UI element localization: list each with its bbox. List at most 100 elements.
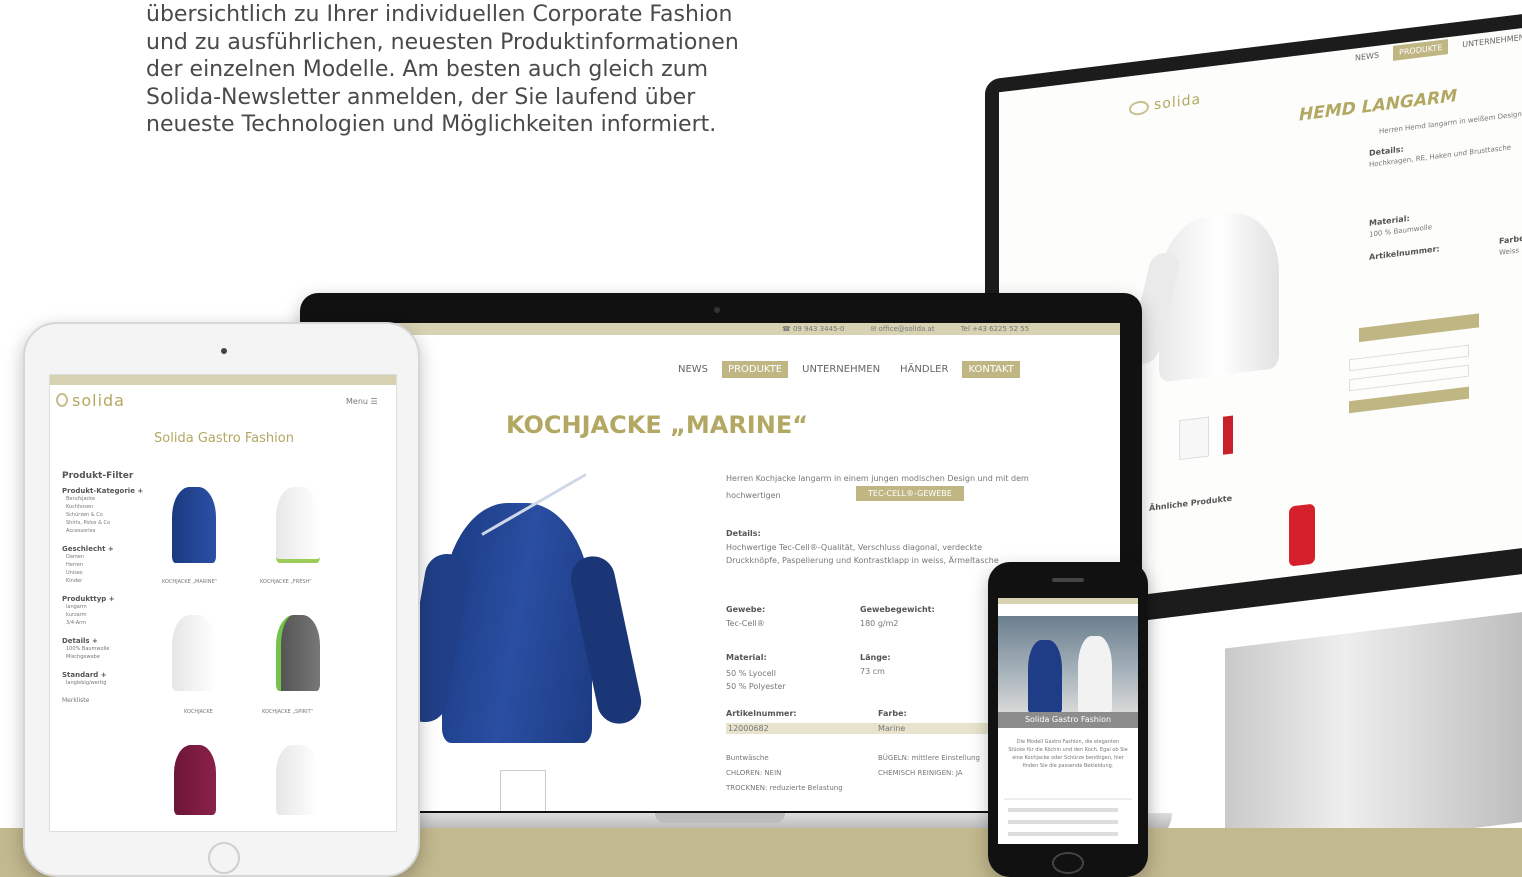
filter-title: Produkt-Filter [62, 471, 134, 481]
jacket-body [442, 503, 592, 743]
tablet-logo[interactable]: solida [72, 391, 125, 410]
care-list-left: Buntwäsche CHLOREN: NEIN TROCKNEN: reduz… [726, 751, 843, 796]
topbar-tel[interactable]: Tel +43 6225 52 55 [961, 325, 1030, 333]
nav-item-news[interactable]: NEWS [672, 361, 714, 378]
tablet-menu-button[interactable]: Menu ☰ [346, 397, 378, 406]
topbar-phone[interactable]: ☎ 09 943 3445-0 [782, 325, 844, 333]
phone-topbar [998, 598, 1138, 604]
care-item: CHLOREN: NEIN [726, 769, 782, 777]
phone-list-item[interactable] [1008, 820, 1118, 824]
filter-item[interactable]: langarm [66, 603, 152, 611]
camera-icon [714, 307, 720, 313]
tec-cell-button[interactable]: TEC-CELL®-GEWEBE [856, 486, 964, 501]
laptop-product-title: KOCHJACKE „MARINE“ [506, 411, 808, 439]
product-card-image[interactable] [276, 745, 318, 815]
filter-item[interactable]: 3/4-Arm [66, 619, 152, 627]
filter-item[interactable]: Accessories [66, 527, 152, 535]
filter-group-title[interactable]: Produkt-Kategorie + [62, 487, 152, 495]
nav-item-haendler[interactable]: HÄNDLER [894, 361, 954, 378]
phone-list-item[interactable] [1008, 832, 1118, 836]
person-figure [1028, 640, 1062, 712]
imac-thumb[interactable] [1179, 416, 1209, 461]
phone-list-item[interactable] [1008, 808, 1118, 812]
filter-item[interactable]: Schürzen & Co [66, 511, 152, 519]
product-card-label[interactable]: KOCHJACKE [184, 709, 213, 715]
filter-group-items: langarm kurzarm 3/4-Arm [62, 603, 152, 627]
filter-item[interactable]: Kochhosen [66, 503, 152, 511]
filter-group-items: langlebig/wertig [62, 679, 152, 687]
filter-item[interactable]: Herren [66, 561, 152, 569]
filter-group-title[interactable]: Geschlecht + [62, 545, 152, 553]
imac-details-label: Details: [1369, 144, 1404, 158]
product-card-image[interactable] [174, 745, 216, 815]
product-card-image[interactable] [276, 615, 320, 691]
phone-device: Solida Gastro Fashion Die Modell Gastro … [988, 562, 1148, 877]
laptop-thumb[interactable] [500, 770, 546, 811]
filter-group-title[interactable]: Produkttyp + [62, 595, 152, 603]
imac-farbe-value: Weiss [1499, 246, 1520, 257]
filter-item[interactable]: kurzarm [66, 611, 152, 619]
product-card-image[interactable] [276, 487, 320, 563]
tablet-device: solida Menu ☰ Solida Gastro Fashion Prod… [23, 322, 420, 877]
divider [1004, 798, 1132, 800]
spec-value: Tec-Cell® [726, 619, 765, 628]
filter-group-title[interactable]: Details + [62, 637, 152, 645]
filter-list: Produkt-Kategorie + Berufsjacke Kochhose… [62, 487, 152, 704]
imac-product-title: HEMD LANGARM [1299, 86, 1458, 126]
spec-label: Artikelnummer: [726, 709, 797, 718]
speaker-icon [1052, 578, 1084, 582]
filter-item[interactable]: Kinder [66, 577, 152, 585]
logo-icon [56, 393, 68, 407]
imac-logo: solida [1154, 91, 1202, 114]
imac-related-apron[interactable] [1289, 503, 1315, 567]
filter-item[interactable]: 100% Baumwolle [66, 645, 152, 653]
imac-cta-button[interactable] [1359, 313, 1479, 343]
nav-item-unternehmen[interactable]: UNTERNEHMEN [796, 361, 886, 378]
home-button[interactable] [1052, 852, 1084, 874]
topbar-mail[interactable]: ✉ office@solida.at [870, 325, 934, 333]
spec-value: 50 % Lyocell 50 % Polyester [726, 669, 786, 691]
filter-group-items: Damen Herren Unisex Kinder [62, 553, 152, 585]
care-item: CHEMISCH REINIGEN: JA [878, 769, 963, 777]
product-card-label[interactable]: KOCHJACKE „MARINE“ [162, 579, 217, 585]
imac-stand [1225, 611, 1522, 859]
care-item: Buntwäsche [726, 754, 769, 762]
imac-add-button[interactable] [1349, 386, 1469, 414]
wishlist-link[interactable]: Merkliste [62, 697, 152, 704]
logo-icon [1129, 99, 1149, 117]
laptop-topbar-links: ☎ 09 943 3445-0 ✉ office@solida.at Tel +… [782, 325, 1029, 333]
filter-group-title[interactable]: Standard + [62, 671, 152, 679]
imac-farbe-label: Farbe: [1499, 233, 1522, 246]
product-card-image[interactable] [172, 615, 216, 691]
filter-item[interactable]: langlebig/wertig [66, 679, 152, 687]
imac-thumb[interactable] [1223, 415, 1233, 455]
filter-item[interactable]: Unisex [66, 569, 152, 577]
filter-item[interactable]: Berufsjacke [66, 495, 152, 503]
spec-value: 180 g/m2 [860, 619, 899, 628]
imac-related-label: Ähnliche Produkte [1149, 493, 1233, 513]
laptop-thumb[interactable] [556, 770, 602, 811]
imac-artikel-label: Artikelnummer: [1369, 244, 1440, 262]
spec-label: Gewebe: [726, 605, 766, 614]
nav-item-produkte[interactable]: PRODUKTE [1393, 39, 1449, 61]
filter-item[interactable]: Shirts, Polos & Co [66, 519, 152, 527]
tablet-topbar [50, 375, 396, 385]
filter-item[interactable]: Mischgewebe [66, 653, 152, 661]
spec-value: 73 cm [860, 667, 885, 676]
spec-label: Material: [726, 653, 767, 662]
tablet-screen: solida Menu ☰ Solida Gastro Fashion Prod… [49, 374, 397, 832]
home-button[interactable] [208, 842, 240, 874]
product-card-image[interactable] [172, 487, 216, 563]
nav-item-produkte[interactable]: PRODUKTE [722, 361, 789, 378]
phone-heading: Solida Gastro Fashion [998, 712, 1138, 728]
intro-paragraph: übersichtlich zu Ihrer individuellen Cor… [146, 2, 826, 142]
product-card-label[interactable]: KOCHJACKE „FRESH“ [260, 579, 312, 585]
product-card-label[interactable]: KOCHJACKE „SPIRIT“ [262, 709, 313, 715]
filter-item[interactable]: Damen [66, 553, 152, 561]
nav-item-news[interactable]: NEWS [1349, 47, 1385, 66]
laptop-nav: NEWS PRODUKTE UNTERNEHMEN HÄNDLER KONTAK… [672, 361, 1020, 378]
imac-sub: Herren Hemd langarm in weißem Design [1379, 110, 1522, 136]
tablet-heading: Solida Gastro Fashion [154, 431, 294, 446]
laptop-notch [655, 813, 785, 823]
nav-item-kontakt[interactable]: KONTAKT [962, 361, 1020, 378]
